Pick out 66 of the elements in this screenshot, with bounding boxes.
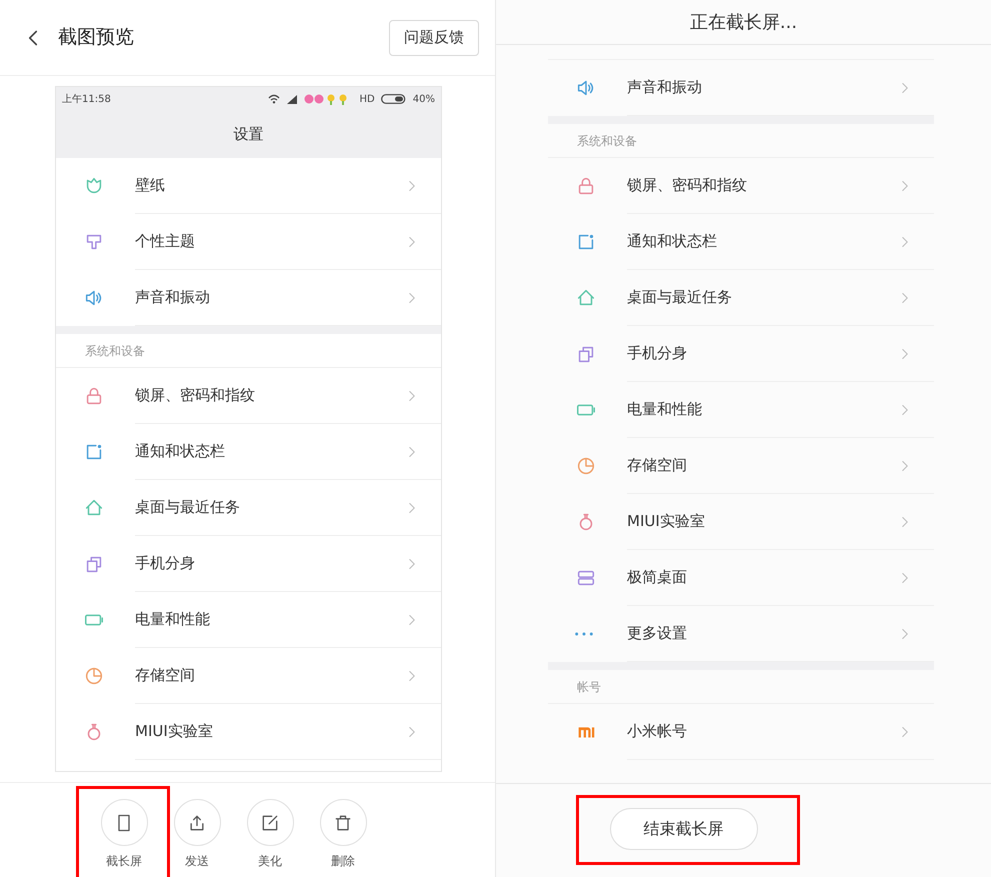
item-label: 电量和性能 — [627, 399, 703, 420]
item-label: 手机分身 — [135, 553, 196, 574]
action-button[interactable] — [174, 799, 220, 846]
wifi-icon — [268, 94, 280, 104]
settings-item[interactable]: 个性主题 — [56, 214, 441, 270]
signal-icon — [286, 94, 298, 104]
section-header: 帐号 — [577, 678, 601, 696]
item-label: 桌面与最近任务 — [135, 497, 241, 518]
item-label: 手机分身 — [627, 343, 688, 364]
item-label: 锁屏、密码和指纹 — [627, 175, 748, 196]
settings-item[interactable]: 通知和状态栏 — [548, 214, 934, 270]
action-label: 发送 — [185, 853, 209, 870]
item-label: 存储空间 — [627, 455, 688, 476]
settings-item[interactable]: 桌面与最近任务 — [548, 270, 934, 326]
settings-item[interactable]: 小米帐号 — [548, 704, 934, 760]
settings-item[interactable]: 手机分身 — [548, 326, 934, 382]
battery-percent: 40% — [412, 92, 435, 106]
page-title: 截图预览 — [58, 25, 135, 50]
settings-item[interactable]: 存储空间 — [548, 438, 934, 494]
trash-icon — [333, 812, 353, 832]
item-label: 存储空间 — [135, 665, 196, 686]
item-label: 锁屏、密码和指纹 — [135, 385, 256, 406]
pie-chart-icon — [83, 665, 105, 687]
action-label: 删除 — [331, 853, 355, 870]
network-label: HD — [360, 92, 375, 106]
item-label: 壁纸 — [135, 175, 166, 196]
item-label: 更多设置 — [627, 623, 688, 644]
settings-item[interactable]: 电量和性能 — [548, 382, 934, 438]
item-label: 声音和振动 — [135, 287, 211, 308]
status-time: 上午11:58 — [62, 92, 112, 106]
section-header: 系统和设备 — [85, 342, 145, 360]
battery-status-icon — [380, 94, 407, 104]
item-label: MIUI实验室 — [135, 721, 214, 742]
item-label: 声音和振动 — [627, 77, 703, 98]
item-label: 通知和状态栏 — [627, 231, 718, 252]
action-label: 截长屏 — [106, 853, 142, 870]
action-button[interactable] — [320, 799, 366, 846]
settings-item[interactable]: 极简桌面 — [548, 550, 934, 606]
settings-item[interactable]: 存储空间 — [56, 648, 441, 704]
settings-item[interactable]: MIUI实验室 — [56, 704, 441, 760]
settings-item[interactable]: 锁屏、密码和指纹 — [56, 368, 441, 424]
item-label: 通知和状态栏 — [135, 441, 226, 462]
section-header: 系统和设备 — [577, 132, 637, 150]
screen-title: 设置 — [234, 124, 264, 146]
settings-item[interactable]: 电量和性能 — [56, 592, 441, 648]
item-label: 电量和性能 — [135, 609, 211, 630]
edit-icon — [260, 812, 280, 832]
settings-item[interactable]: MIUI实验室 — [548, 494, 934, 550]
settings-item[interactable]: 壁纸 — [56, 158, 441, 214]
action-button[interactable] — [246, 799, 294, 846]
more-icon — [575, 632, 593, 636]
end-capture-button[interactable]: 结束截长屏 — [610, 808, 758, 850]
pie-chart-icon — [575, 455, 597, 477]
action-label: 美化 — [258, 853, 282, 870]
feedback-button[interactable]: 问题反馈 — [389, 20, 479, 56]
progress-title: 正在截长屏... — [690, 10, 798, 34]
action-button[interactable] — [100, 799, 148, 846]
settings-item[interactable]: 桌面与最近任务 — [56, 480, 441, 536]
settings-item[interactable]: 通知和状态栏 — [56, 424, 441, 480]
item-label: 小米帐号 — [627, 721, 688, 742]
settings-item[interactable]: 手机分身 — [56, 536, 441, 592]
item-label: 极简桌面 — [627, 567, 688, 588]
item-label: MIUI实验室 — [627, 511, 706, 532]
item-label: 个性主题 — [135, 231, 196, 252]
settings-item[interactable]: 锁屏、密码和指纹 — [548, 158, 934, 214]
item-label: 桌面与最近任务 — [627, 287, 733, 308]
